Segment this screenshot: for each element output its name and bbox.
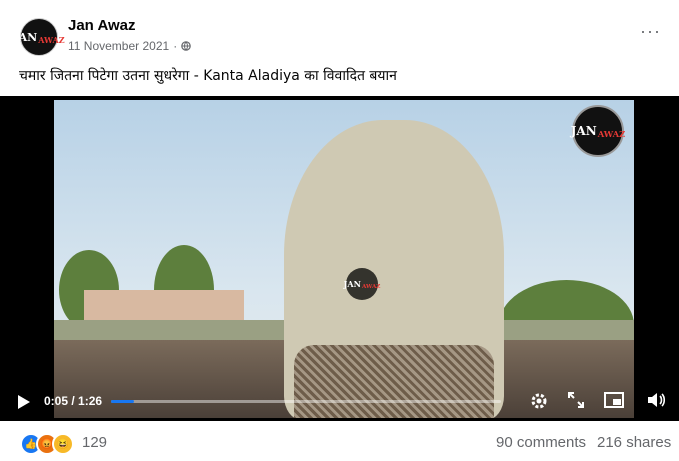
video-frame: JAN AWAZ JAN AWAZ xyxy=(54,100,634,418)
expand-icon[interactable] xyxy=(565,391,587,413)
watermark-accent: AWAZ xyxy=(361,284,381,290)
time-separator: / xyxy=(68,394,79,408)
comments-count[interactable]: 90 comments xyxy=(496,434,586,451)
page-name-link[interactable]: Jan Awaz xyxy=(68,17,136,34)
shares-count[interactable]: 216 shares xyxy=(597,434,671,451)
video-controls: 0:05 / 1:26 xyxy=(0,386,679,416)
video-watermark-center: JAN AWAZ xyxy=(343,268,381,300)
globe-icon[interactable] xyxy=(181,41,191,51)
post-card: JAN AWAZ Jan Awaz 11 November 2021 · ··· … xyxy=(0,0,679,461)
watermark-text: JAN xyxy=(343,279,361,289)
more-options-icon[interactable]: ··· xyxy=(640,22,661,40)
page-avatar[interactable]: JAN AWAZ xyxy=(13,18,65,56)
meta-separator: · xyxy=(173,39,178,53)
current-time: 0:05 xyxy=(44,394,69,408)
duration: 1:26 xyxy=(78,394,103,408)
avatar-logo-text: JAN xyxy=(13,30,38,44)
post-footer: 👍 😡 😆 129 90 comments 216 shares xyxy=(0,421,679,461)
video-watermark-corner: JAN AWAZ xyxy=(570,105,626,157)
reaction-count[interactable]: 129 xyxy=(82,434,107,451)
settings-icon[interactable] xyxy=(528,391,550,413)
watermark-accent: AWAZ xyxy=(597,129,626,139)
volume-icon[interactable] xyxy=(645,391,667,413)
reaction-icons[interactable]: 👍 😡 😆 xyxy=(20,433,74,455)
video-player[interactable]: JAN AWAZ JAN AWAZ 0:05 / 1:26 xyxy=(0,96,679,421)
post-caption: चमार जितना पिटेगा उतना सुधरेगा - Kanta A… xyxy=(19,68,397,84)
post-meta: 11 November 2021 · xyxy=(68,39,191,53)
haha-reaction-icon: 😆 xyxy=(52,433,74,455)
play-icon[interactable] xyxy=(18,395,30,409)
avatar-logo-accent: AWAZ xyxy=(38,35,65,45)
picture-in-picture-icon[interactable] xyxy=(603,391,625,413)
progress-bar[interactable] xyxy=(111,400,501,403)
progress-fill xyxy=(111,400,134,403)
video-time: 0:05 / 1:26 xyxy=(44,394,102,408)
post-date[interactable]: 11 November 2021 xyxy=(68,39,169,53)
watermark-text: JAN xyxy=(570,124,597,138)
